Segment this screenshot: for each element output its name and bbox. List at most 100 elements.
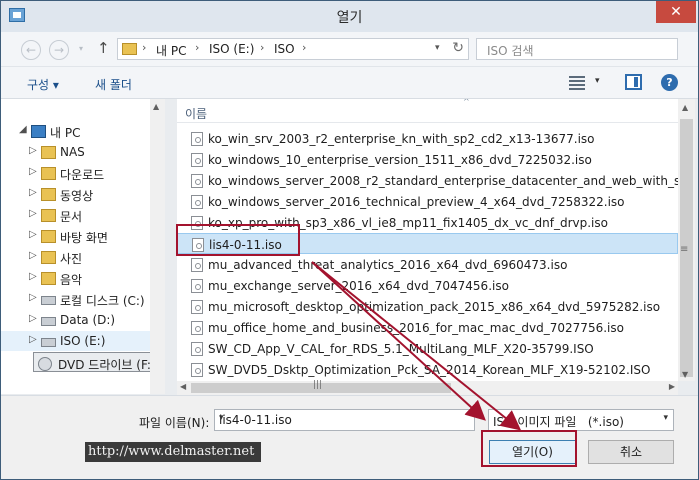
- filename-dropdown-icon[interactable]: ▾: [219, 413, 471, 423]
- file-name: ko_win_srv_2003_r2_enterprise_kn_with_sp…: [208, 132, 595, 146]
- expand-arrow-icon[interactable]: ▷: [29, 334, 37, 345]
- file-row[interactable]: ko_windows_server_2008_r2_standard_enter…: [177, 170, 678, 191]
- expand-arrow-icon[interactable]: ▷: [29, 292, 37, 303]
- file-row[interactable]: SW_CD_App_V_CAL_for_RDS_5.1_MultiLang_ML…: [177, 338, 678, 359]
- file-name: SW_CD_App_V_CAL_for_RDS_5.1_MultiLang_ML…: [208, 342, 594, 356]
- tree-item[interactable]: ▷ 동영상: [1, 184, 164, 204]
- cancel-button[interactable]: 취소: [588, 440, 674, 464]
- address-dropdown-icon[interactable]: ▾: [435, 43, 440, 53]
- iso-file-icon: [191, 258, 203, 272]
- breadcrumb-my-pc[interactable]: 내 PC: [156, 42, 186, 59]
- tree-item-label: 사진: [60, 252, 83, 266]
- scroll-right-icon[interactable]: ▶: [669, 382, 675, 391]
- iso-file-icon: [191, 132, 203, 146]
- folder-icon: [41, 146, 56, 159]
- file-name: mu_office_home_and_business_2016_for_mac…: [208, 321, 624, 335]
- horizontal-grip-icon: |||: [313, 380, 323, 390]
- iso-file-icon: [191, 300, 203, 314]
- tree-item-label: DVD 드라이브 (F:) CDROM: [58, 358, 164, 372]
- search-box[interactable]: ISO 검색: [476, 38, 678, 60]
- tree-item[interactable]: DVD 드라이브 (F:) CDROM: [33, 352, 164, 372]
- breadcrumb-iso-folder[interactable]: ISO: [274, 42, 295, 56]
- scroll-up-icon[interactable]: ▲: [682, 103, 688, 112]
- view-options-icon[interactable]: [569, 76, 585, 90]
- organize-button[interactable]: 구성 ▾: [27, 76, 59, 93]
- expand-arrow-icon[interactable]: ◢: [19, 124, 27, 135]
- expand-arrow-icon[interactable]: ▷: [29, 166, 37, 177]
- file-name: mu_exchange_server_2016_x64_dvd_7047456.…: [208, 279, 509, 293]
- expand-arrow-icon[interactable]: ▷: [29, 208, 37, 219]
- expand-arrow-icon[interactable]: ▷: [29, 271, 37, 282]
- tree-item[interactable]: ◢ 내 PC: [1, 121, 164, 141]
- scroll-left-icon[interactable]: ◀: [180, 382, 186, 391]
- file-row[interactable]: ko_win_srv_2003_r2_enterprise_kn_with_sp…: [177, 128, 678, 149]
- file-name: mu_microsoft_desktop_optimization_pack_2…: [208, 300, 661, 314]
- expand-arrow-icon[interactable]: ▷: [29, 145, 37, 156]
- file-list-horizontal-scrollbar[interactable]: ◀ ||| ▶: [177, 380, 678, 395]
- address-bar[interactable]: › 내 PC › ISO (E:) › ISO › ▾ ↻: [117, 38, 469, 60]
- tree-item-label: 문서: [60, 210, 83, 224]
- file-list-vertical-scrollbar[interactable]: ▲ ≡ ▼: [678, 99, 695, 381]
- column-header[interactable]: ^ 이름: [177, 99, 678, 123]
- file-name: SW_DVD5_Dsktp_Optimization_Pck_SA_2014_K…: [208, 363, 651, 377]
- drive-icon: [41, 338, 56, 347]
- scroll-grip-icon: ≡: [680, 244, 689, 255]
- tree-item-label: 동영상: [60, 189, 94, 203]
- breadcrumb-separator: ›: [260, 41, 265, 54]
- file-row[interactable]: ko_windows_10_enterprise_version_1511_x8…: [177, 149, 678, 170]
- file-row[interactable]: mu_exchange_server_2016_x64_dvd_7047456.…: [177, 275, 678, 296]
- file-row[interactable]: SW_DVD5_Dsktp_Optimization_Pck_SA_2014_K…: [177, 359, 678, 380]
- tree-item[interactable]: ▷ NAS: [1, 142, 164, 162]
- scroll-down-icon[interactable]: ▼: [682, 370, 688, 379]
- tree-item-label: 바탕 화면: [60, 231, 108, 245]
- tree-item-label: ISO (E:): [60, 334, 106, 348]
- watermark: http://www.delmaster.net: [85, 442, 261, 462]
- search-placeholder: ISO 검색: [487, 44, 534, 58]
- iso-file-icon: [191, 321, 203, 335]
- help-icon[interactable]: ?: [661, 74, 678, 91]
- tree-item[interactable]: ▷ ISO (E:): [1, 331, 164, 351]
- file-row[interactable]: ko_windows_server_2016_technical_preview…: [177, 191, 678, 212]
- column-name-label[interactable]: 이름: [185, 105, 207, 122]
- tree-item[interactable]: ▷ 로컬 디스크 (C:): [1, 289, 164, 309]
- expand-arrow-icon[interactable]: ▷: [29, 229, 37, 240]
- preview-pane-icon[interactable]: [625, 74, 642, 90]
- expand-arrow-icon[interactable]: ▷: [29, 187, 37, 198]
- file-row[interactable]: mu_advanced_threat_analytics_2016_x64_dv…: [177, 254, 678, 275]
- sort-indicator-icon: ^: [463, 99, 470, 106]
- new-folder-button[interactable]: 새 폴더: [95, 76, 132, 93]
- view-dropdown-icon[interactable]: ▾: [595, 76, 600, 86]
- tree-item[interactable]: ▷ 음악: [1, 268, 164, 288]
- tree-item[interactable]: ▷ 바탕 화면: [1, 226, 164, 246]
- up-button[interactable]: ↑: [97, 39, 110, 57]
- drive-icon: [41, 296, 56, 305]
- horizontal-scroll-thumb[interactable]: |||: [191, 380, 451, 393]
- navigation-bar: ← → ▾ ↑ › 내 PC › ISO (E:) › ISO › ▾ ↻ IS…: [1, 32, 698, 66]
- tree-scroll-up-icon[interactable]: ▲: [153, 102, 159, 111]
- file-type-value: ISO 이미지 파일 (*.iso): [493, 415, 624, 429]
- folder-icon: [41, 230, 56, 243]
- forward-button[interactable]: →: [49, 40, 69, 60]
- file-type-select[interactable]: ISO 이미지 파일 (*.iso) ▾: [488, 409, 674, 431]
- recent-locations-chevron-icon[interactable]: ▾: [75, 40, 87, 60]
- filename-label: 파일 이름(N):: [139, 416, 210, 430]
- file-row[interactable]: mu_microsoft_desktop_optimization_pack_2…: [177, 296, 678, 317]
- file-type-dropdown-icon[interactable]: ▾: [663, 413, 668, 423]
- command-bar: 구성 ▾ 새 폴더 ▾ ?: [1, 66, 698, 99]
- breadcrumb-iso-drive[interactable]: ISO (E:): [209, 42, 254, 56]
- expand-arrow-icon[interactable]: ▷: [29, 250, 37, 261]
- tree-item[interactable]: ▷ Data (D:): [1, 310, 164, 330]
- expand-arrow-icon[interactable]: ▷: [29, 313, 37, 324]
- file-name: ko_windows_10_enterprise_version_1511_x8…: [208, 153, 592, 167]
- tree-item[interactable]: ▷ 다운로드: [1, 163, 164, 183]
- filename-input[interactable]: lis4-0-11.iso ▾: [214, 409, 475, 431]
- tree-item[interactable]: ▷ 문서: [1, 205, 164, 225]
- highlight-open-button: [481, 430, 577, 467]
- tree-scrollbar[interactable]: ▲: [150, 99, 165, 394]
- refresh-icon[interactable]: ↻: [452, 40, 464, 56]
- file-name: mu_advanced_threat_analytics_2016_x64_dv…: [208, 258, 568, 272]
- back-button[interactable]: ←: [21, 40, 41, 60]
- close-button[interactable]: ✕: [656, 1, 696, 23]
- tree-item[interactable]: ▷ 사진: [1, 247, 164, 267]
- file-row[interactable]: mu_office_home_and_business_2016_for_mac…: [177, 317, 678, 338]
